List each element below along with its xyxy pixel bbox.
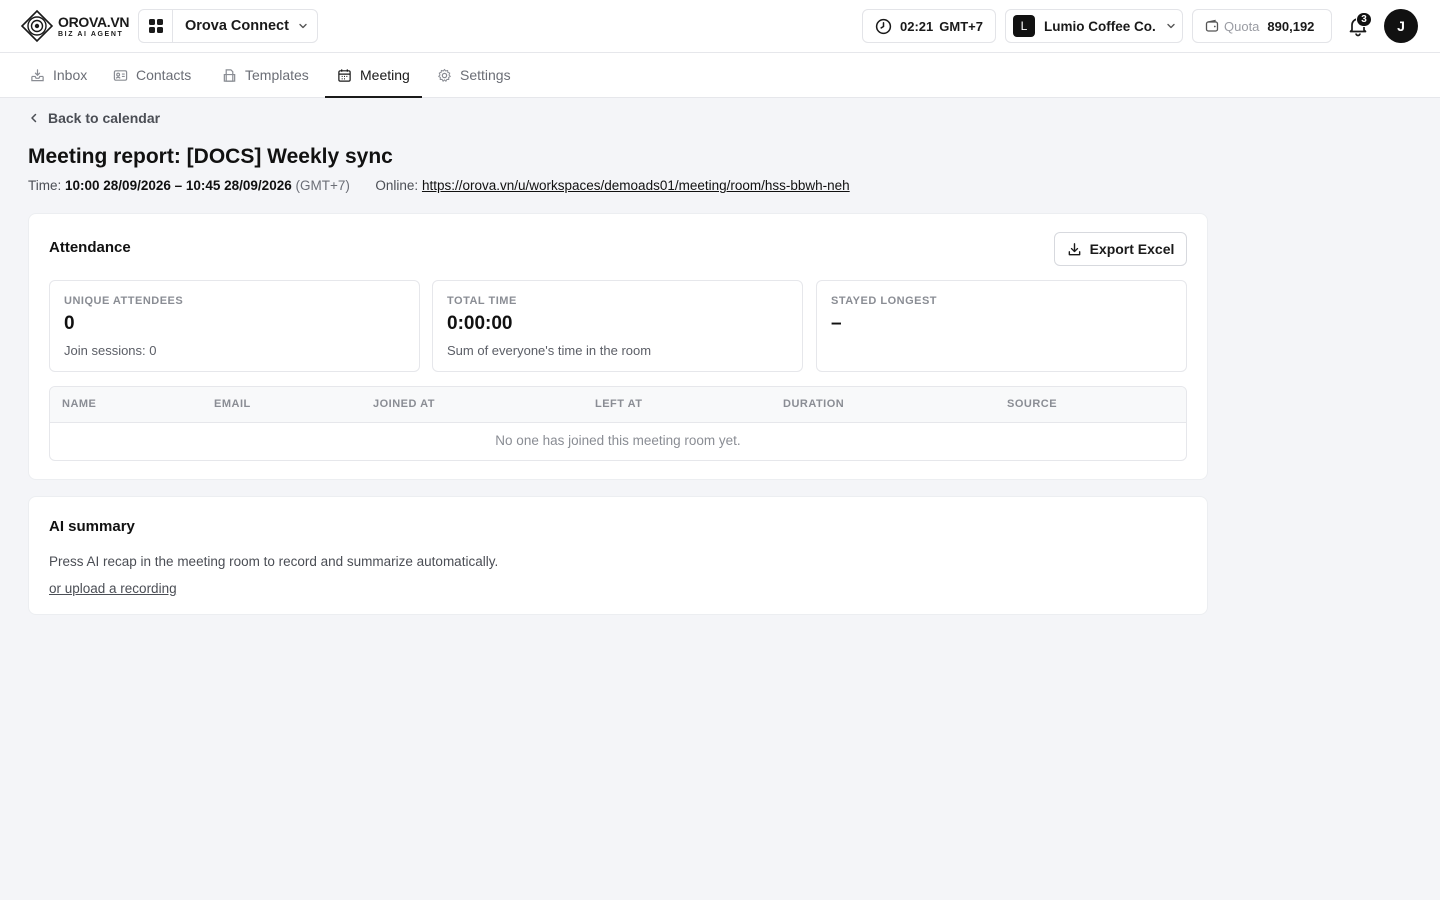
download-icon xyxy=(1068,242,1080,255)
stat-unique-attendees: UNIQUE ATTENDEES 0 Join sessions: 0 xyxy=(49,280,420,372)
quota-value: 890,192 xyxy=(1267,18,1315,34)
stat-label: STAYED LONGEST xyxy=(831,295,938,307)
tab-label: Contacts xyxy=(136,67,192,83)
tab-settings[interactable]: Settings xyxy=(437,53,511,97)
gear-icon xyxy=(438,68,451,82)
templates-icon xyxy=(223,68,236,82)
stat-total-time: TOTAL TIME 0:00:00 Sum of everyone's tim… xyxy=(432,280,803,372)
contacts-icon xyxy=(113,69,128,81)
brand-logo[interactable]: OROVA.VN BIZ AI AGENT xyxy=(20,7,130,45)
clock-time: 02:21 xyxy=(900,18,934,34)
column-header-source[interactable]: SOURCE xyxy=(1007,398,1057,410)
org-avatar: L xyxy=(1013,15,1035,37)
org-switcher[interactable]: L Lumio Coffee Co. xyxy=(1005,9,1183,43)
back-to-calendar-link[interactable]: Back to calendar xyxy=(28,110,160,126)
apps-grid-button[interactable] xyxy=(139,10,173,42)
ai-summary-card: AI summary Press AI recap in the meeting… xyxy=(28,496,1208,615)
org-name: Lumio Coffee Co. xyxy=(1044,18,1156,34)
stat-value: 0:00:00 xyxy=(447,313,513,334)
stat-label: TOTAL TIME xyxy=(447,295,517,307)
quota-label: Quota xyxy=(1224,18,1260,34)
table-empty-state: No one has joined this meeting room yet. xyxy=(495,433,741,448)
app-switcher[interactable]: Orova Connect xyxy=(138,9,318,43)
clock-timezone: GMT+7 xyxy=(939,18,983,34)
attendance-card: Attendance Export Excel UNIQUE ATTENDEES… xyxy=(28,213,1208,480)
meeting-meta: Time: 10:00 28/09/2026 – 10:45 28/09/202… xyxy=(28,178,850,193)
upload-recording-link[interactable]: or upload a recording xyxy=(49,581,177,596)
main-nav: Inbox Contacts Templates Meeting Setting… xyxy=(0,53,1440,98)
logo-wordmark: OROVA.VN xyxy=(58,13,130,30)
online-label: Online: xyxy=(375,178,419,193)
tab-contacts[interactable]: Contacts xyxy=(113,53,191,97)
apps-grid-icon xyxy=(148,19,163,33)
time-label: Time: xyxy=(28,178,62,193)
wallet-icon xyxy=(1205,19,1219,32)
logo-tagline: BIZ AI AGENT xyxy=(58,30,124,38)
stat-value: 0 xyxy=(64,313,75,334)
ai-summary-title: AI summary xyxy=(49,518,135,535)
column-header-joined-at[interactable]: JOINED AT xyxy=(373,398,435,410)
meeting-timezone: (GMT+7) xyxy=(295,178,350,193)
back-label: Back to calendar xyxy=(48,110,161,126)
chevron-left-icon xyxy=(31,113,37,123)
inbox-icon xyxy=(31,68,44,81)
stat-sub: Sum of everyone's time in the room xyxy=(447,343,652,358)
quota-widget[interactable]: Quota 890,192 xyxy=(1192,9,1332,43)
tab-templates[interactable]: Templates xyxy=(222,53,309,97)
page-title: Meeting report: [DOCS] Weekly sync xyxy=(28,145,393,168)
column-header-name[interactable]: NAME xyxy=(62,398,96,410)
clock-widget[interactable]: 02:21 GMT+7 xyxy=(862,9,996,43)
tab-meeting[interactable]: Meeting xyxy=(325,53,422,98)
column-header-duration[interactable]: DURATION xyxy=(783,398,844,410)
tab-label: Meeting xyxy=(360,67,410,83)
top-bar: OROVA.VN BIZ AI AGENT Orova Connect 02:2… xyxy=(0,0,1440,53)
stat-sub: Join sessions: 0 xyxy=(64,343,157,358)
logo-mark-icon xyxy=(20,9,54,43)
export-label: Export Excel xyxy=(1089,241,1175,257)
clock-icon xyxy=(875,18,892,34)
tab-label: Templates xyxy=(245,67,309,83)
table-header: NAME EMAIL JOINED AT LEFT AT DURATION SO… xyxy=(50,387,1186,423)
stat-label: UNIQUE ATTENDEES xyxy=(64,295,184,307)
notification-badge: 3 xyxy=(1356,12,1372,27)
chevron-down-icon xyxy=(299,23,307,29)
export-excel-button[interactable]: Export Excel xyxy=(1054,232,1187,266)
tab-label: Inbox xyxy=(53,67,88,83)
app-switcher-label: Orova Connect xyxy=(185,18,289,34)
user-avatar[interactable]: J xyxy=(1384,9,1418,43)
meeting-time-range: 10:00 28/09/2026 – 10:45 28/09/2026 xyxy=(65,178,292,193)
tab-inbox[interactable]: Inbox xyxy=(30,53,87,97)
attendance-title: Attendance xyxy=(49,239,131,256)
stat-value: – xyxy=(831,313,842,334)
chevron-down-icon xyxy=(1167,23,1175,29)
column-header-left-at[interactable]: LEFT AT xyxy=(595,398,643,410)
ai-summary-description: Press AI recap in the meeting room to re… xyxy=(49,554,499,569)
tab-label: Settings xyxy=(460,67,511,83)
calendar-icon xyxy=(338,68,351,82)
attendance-table: NAME EMAIL JOINED AT LEFT AT DURATION SO… xyxy=(49,386,1187,461)
column-header-email[interactable]: EMAIL xyxy=(214,398,251,410)
meeting-room-link[interactable]: https://orova.vn/u/workspaces/demoads01/… xyxy=(422,178,850,193)
stat-stayed-longest: STAYED LONGEST – xyxy=(816,280,1187,372)
